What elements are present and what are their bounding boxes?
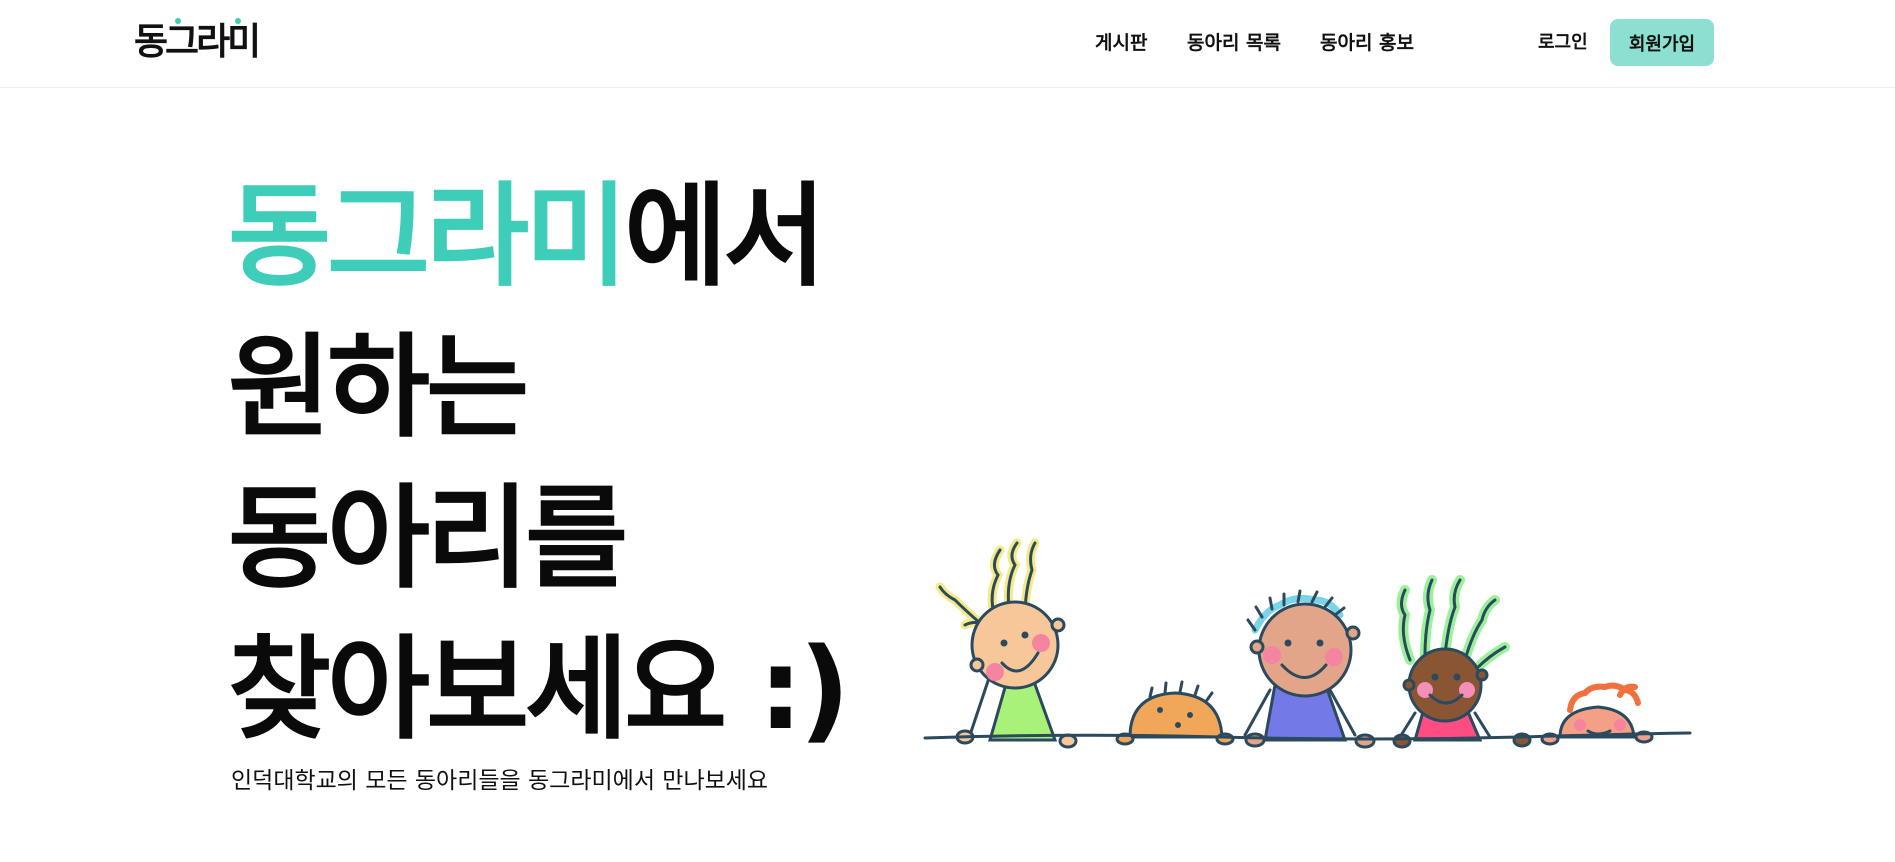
hero-line-3: 동아리를 [228, 474, 628, 604]
hero-accent-text: 동그라미 [228, 172, 628, 302]
hero-line-1-rest: 에서 [624, 172, 826, 302]
hero-line-1: 동그라미에서 [228, 167, 826, 307]
nav-club-promotion[interactable]: 동아리 홍보 [1320, 28, 1414, 58]
signup-button[interactable]: 회원가입 [1610, 19, 1714, 66]
login-link[interactable]: 로그인 [1538, 28, 1588, 58]
logo-dot-icon [235, 18, 241, 24]
hero-line-4: 찾아보세요 :) [228, 625, 850, 755]
logo-text: 동그라미 [134, 20, 261, 63]
logo-dot-icon [175, 18, 181, 24]
kids-illustration [923, 538, 1692, 749]
site-header: 동그라미 게시판 동아리 목록 동아리 홍보 로그인 회원가입 [0, 0, 1895, 88]
nav-board[interactable]: 게시판 [1095, 28, 1147, 58]
blue-hair-kid [1243, 589, 1376, 749]
logo[interactable]: 동그라미 [134, 18, 264, 68]
hero-subtitle: 인덕대학교의 모든 동아리들을 동그라미에서 만나보세요 [231, 768, 769, 794]
nav-club-list[interactable]: 동아리 목록 [1187, 28, 1281, 58]
yellow-hair-kid [935, 538, 1078, 749]
hero-line-2: 원하는 [228, 323, 529, 453]
green-hair-kid [1392, 575, 1532, 749]
